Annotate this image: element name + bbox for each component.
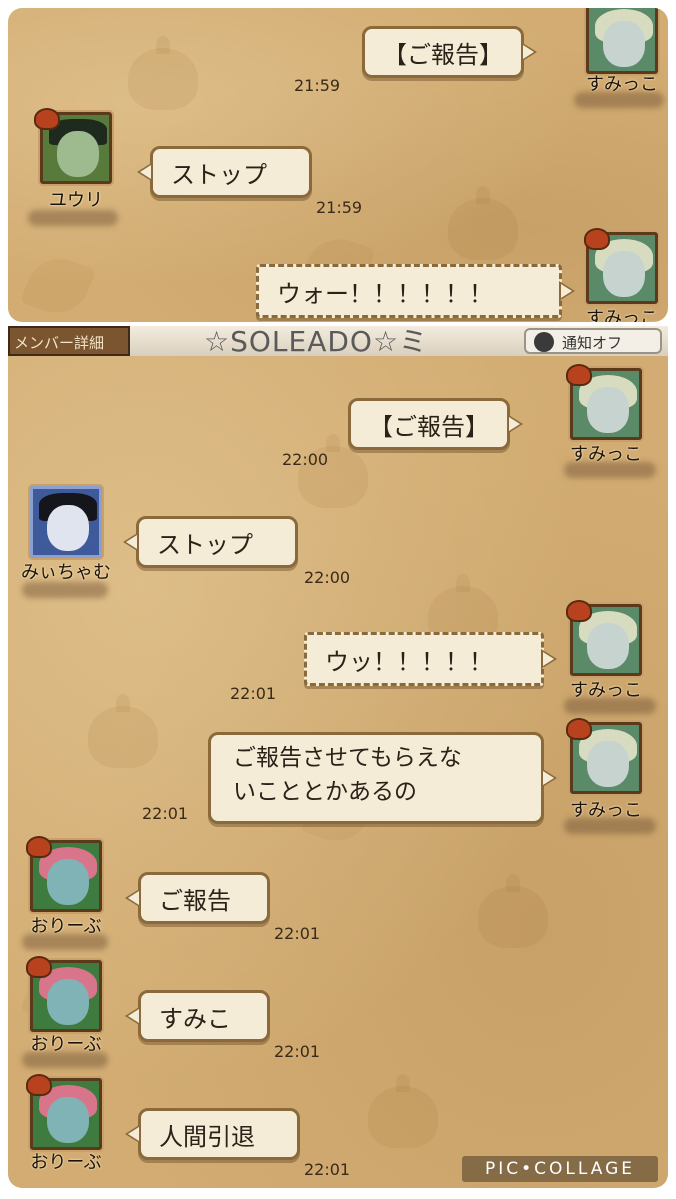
- message-time: 22:00: [282, 450, 329, 469]
- chat-header: メンバー詳細 ☆SOLEADO☆ミ 通知オフ: [8, 326, 668, 358]
- rank-badge-icon: [566, 600, 592, 622]
- message-text: 【ご報告】: [383, 40, 503, 69]
- background-slime-pattern: [88, 694, 158, 768]
- message-text: ウォー！！！！！！: [277, 279, 493, 308]
- rank-badge-icon: [26, 1074, 52, 1096]
- rank-badge-icon: [34, 108, 60, 130]
- chat-bubble: ストップ: [123, 516, 298, 568]
- background-slime-pattern: [478, 874, 548, 948]
- message-text: 【ご報告】: [369, 412, 489, 441]
- rank-badge-icon: [566, 364, 592, 386]
- message-text-line: ご報告させてもらえな: [233, 745, 462, 771]
- background-leaf-pattern: [20, 249, 96, 322]
- message-text: ストップ: [157, 530, 253, 559]
- blurred-subname: [564, 818, 656, 834]
- bell-icon: [534, 332, 554, 352]
- blurred-subname: [574, 92, 664, 108]
- rank-badge-icon: [26, 836, 52, 858]
- message-time: 22:01: [304, 1160, 351, 1179]
- message-time: 22:01: [274, 1042, 321, 1061]
- message-text: ご報告: [159, 886, 231, 915]
- message-text: ストップ: [171, 160, 267, 189]
- message-time: 22:00: [304, 568, 351, 587]
- message-time: 22:01: [230, 684, 277, 703]
- background-slime-pattern: [448, 186, 518, 260]
- rank-badge-icon: [584, 228, 610, 250]
- chat-bubble-shout: ウッ！！！！！: [304, 632, 557, 686]
- avatar-miichamu[interactable]: [30, 486, 102, 558]
- sender-name: おりーぶ: [30, 1152, 102, 1173]
- blurred-subname: [22, 582, 108, 598]
- chat-screenshot-bottom: メンバー詳細 ☆SOLEADO☆ミ 通知オフ 【ご報告】 22:00 すみっこ …: [8, 326, 668, 1188]
- member-details-button[interactable]: メンバー詳細: [8, 326, 130, 356]
- chat-bubble-shout: ウォー！！！！！！: [256, 264, 575, 318]
- message-text: 人間引退: [159, 1122, 255, 1151]
- blurred-subname: [22, 934, 108, 950]
- message-text: ウッ！！！！！: [325, 647, 493, 676]
- sender-name: ユウリ: [49, 190, 103, 211]
- notify-toggle-button[interactable]: 通知オフ: [524, 328, 662, 354]
- rank-badge-icon: [566, 718, 592, 740]
- chat-bubble: ご報告: [125, 872, 270, 924]
- sender-name: みぃちゃむ: [21, 562, 111, 583]
- blurred-subname: [564, 462, 656, 478]
- chat-bubble: 【ご報告】: [362, 26, 537, 78]
- chat-bubble: ご報告させてもらえな いこととかあるの: [208, 732, 557, 824]
- message-time: 22:01: [142, 804, 189, 823]
- blurred-subname: [564, 698, 656, 714]
- background-slime-pattern: [128, 36, 198, 110]
- message-time: 21:59: [316, 198, 363, 217]
- background-slime-pattern: [368, 1074, 438, 1148]
- avatar-sumikko[interactable]: [586, 8, 658, 74]
- message-time: 22:01: [274, 924, 321, 943]
- chat-bubble: すみこ: [125, 990, 270, 1042]
- room-title: ☆SOLEADO☆ミ: [204, 326, 429, 358]
- chat-bubble: 人間引退: [125, 1108, 300, 1160]
- collage-watermark: PIC•COLLAGE: [462, 1156, 658, 1182]
- rank-badge-icon: [26, 956, 52, 978]
- message-text: すみこ: [159, 1004, 231, 1033]
- chat-screenshot-top: 【ご報告】 21:59 すみっこ ユウリ ストップ 21:59 ウォー！！！！！…: [8, 8, 668, 322]
- chat-bubble: ストップ: [137, 146, 312, 198]
- blurred-subname: [28, 210, 118, 226]
- notify-label: 通知オフ: [562, 334, 623, 352]
- blurred-subname: [22, 1052, 108, 1068]
- message-text-line: いこととかあるの: [233, 779, 417, 805]
- sender-name: すみっこ: [586, 308, 658, 322]
- chat-bubble: 【ご報告】: [348, 398, 523, 450]
- message-time: 21:59: [294, 76, 341, 95]
